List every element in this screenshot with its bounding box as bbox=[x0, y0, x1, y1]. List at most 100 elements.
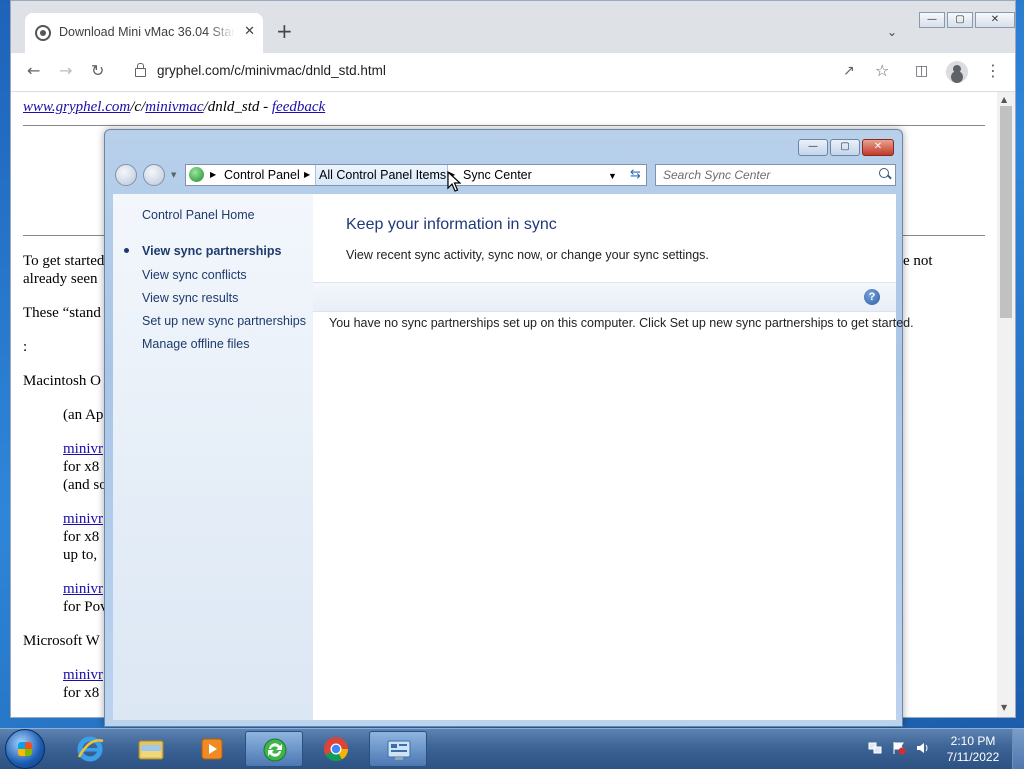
browser-tab[interactable]: Download Mini vMac 36.04 Standard ✕ bbox=[25, 13, 263, 53]
tab-close-icon[interactable]: ✕ bbox=[244, 24, 255, 39]
refresh-icon[interactable]: ⇆ bbox=[625, 164, 647, 186]
sync-center-icon bbox=[263, 738, 287, 762]
taskbar: 2:10 PM 7/11/2022 bbox=[0, 728, 1024, 769]
taskbar-media-player[interactable] bbox=[183, 731, 241, 767]
download-desc-2: for x8 bbox=[63, 529, 100, 545]
sync-maximize-button[interactable]: ▢ bbox=[830, 139, 860, 156]
download-desc-2b: up to, bbox=[63, 547, 98, 563]
control-panel-home-link[interactable]: Control Panel Home bbox=[142, 208, 255, 222]
page-scrollbar[interactable]: ▲ ▼ bbox=[997, 92, 1015, 717]
browser-close-button[interactable]: ✕ bbox=[975, 12, 1015, 28]
side-panel-icon[interactable]: ◫ bbox=[915, 63, 928, 79]
address-bar[interactable]: gryphel.com/c/minivmac/dnld_std.html bbox=[157, 63, 386, 78]
browser-maximize-button[interactable]: ▢ bbox=[947, 12, 973, 28]
address-breadcrumb[interactable]: ▶ Control Panel ▶ All Control Panel Item… bbox=[185, 164, 645, 186]
page-breadcrumb: www.gryphel.com/c/minivmac/dnld_std - fe… bbox=[23, 99, 325, 116]
sync-close-button[interactable]: ✕ bbox=[862, 139, 894, 156]
mouse-cursor-icon bbox=[447, 171, 461, 192]
control-panel-icon bbox=[387, 740, 411, 760]
section-macintosh: Macintosh O bbox=[23, 373, 101, 389]
start-button-icon[interactable] bbox=[5, 729, 45, 769]
download-link-2-text[interactable]: minivr bbox=[63, 511, 103, 527]
explorer-navbar: ▼ ▶ Control Panel ▶ All Control Panel It… bbox=[113, 162, 896, 188]
sidebar-item-view-results[interactable]: View sync results bbox=[142, 291, 238, 305]
reload-icon[interactable]: ↻ bbox=[91, 63, 104, 79]
address-dropdown-icon[interactable]: ▼ bbox=[608, 171, 617, 181]
back-button-icon[interactable] bbox=[115, 164, 137, 186]
sync-minimize-button[interactable]: — bbox=[798, 139, 828, 156]
download-desc-1: for x8 bbox=[63, 459, 100, 475]
action-center-flag-icon[interactable] bbox=[892, 741, 906, 755]
tab-title: Download Mini vMac 36.04 Standard bbox=[59, 25, 235, 39]
browser-toolbar: ← → ↻ gryphel.com/c/minivmac/dnld_std.ht… bbox=[11, 53, 1015, 92]
sidebar-item-view-partnerships[interactable]: View sync partnerships bbox=[142, 244, 281, 258]
page-subtitle: View recent sync activity, sync now, or … bbox=[346, 248, 709, 262]
taskbar-clock[interactable]: 2:10 PM 7/11/2022 bbox=[928, 733, 1018, 765]
download-link-1[interactable]: minivr bbox=[63, 441, 103, 458]
breadcrumb-link-home[interactable]: www.gryphel.com bbox=[23, 99, 130, 115]
forward-arrow-icon[interactable]: → bbox=[59, 63, 72, 79]
page-title: Keep your information in sync bbox=[346, 216, 557, 233]
sidebar-item-offline-files[interactable]: Manage offline files bbox=[142, 337, 249, 351]
help-icon[interactable]: ? bbox=[864, 289, 880, 305]
media-player-icon bbox=[201, 738, 223, 760]
download-link-2[interactable]: minivr bbox=[63, 511, 103, 528]
search-icon[interactable] bbox=[879, 168, 889, 178]
download-desc-3: for Pov bbox=[63, 599, 108, 615]
taskbar-internet-explorer[interactable] bbox=[61, 731, 119, 767]
tab-search-icon[interactable]: ⌄ bbox=[887, 25, 897, 39]
scroll-down-icon[interactable]: ▼ bbox=[1001, 703, 1007, 712]
network-icon[interactable] bbox=[868, 741, 882, 755]
taskbar-chrome[interactable] bbox=[307, 731, 365, 767]
new-tab-button[interactable]: + bbox=[276, 21, 293, 41]
clock-time: 2:10 PM bbox=[950, 734, 996, 748]
search-sync-center-input[interactable]: Search Sync Center bbox=[655, 164, 896, 186]
internet-explorer-icon bbox=[77, 736, 104, 762]
sidebar-item-view-conflicts[interactable]: View sync conflicts bbox=[142, 268, 247, 282]
taskbar-control-panel[interactable] bbox=[369, 731, 427, 767]
gryphel-favicon-icon bbox=[35, 25, 51, 41]
more-menu-icon[interactable]: ⋮ bbox=[985, 63, 1001, 79]
breadcrumb-arrow-icon[interactable]: ▶ bbox=[304, 170, 310, 179]
download-link-4-text[interactable]: minivr bbox=[63, 667, 103, 683]
browser-window-controls: — ▢ ✕ bbox=[917, 11, 1015, 28]
sidebar-item-setup-partnerships[interactable]: Set up new sync partnerships bbox=[142, 314, 306, 328]
taskbar-sync-center[interactable] bbox=[245, 731, 303, 767]
command-bar: ? bbox=[313, 282, 896, 312]
sync-center-window: — ▢ ✕ ▼ ▶ Control Panel ▶ All Control Pa… bbox=[104, 129, 914, 727]
recent-pages-dropdown-icon[interactable]: ▼ bbox=[171, 171, 176, 179]
control-panel-icon bbox=[189, 167, 204, 182]
breadcrumb-current: /dnld_std - bbox=[203, 99, 272, 115]
tab-strip: Download Mini vMac 36.04 Standard ✕ + ⌄ … bbox=[11, 1, 1015, 53]
download-link-1-text[interactable]: minivr bbox=[63, 441, 103, 457]
download-link-3-text[interactable]: minivr bbox=[63, 581, 103, 597]
download-link-3[interactable]: minivr bbox=[63, 581, 103, 598]
breadcrumb-all-items[interactable]: All Control Panel Items bbox=[319, 168, 446, 182]
breadcrumb-link-minivmac[interactable]: minivmac bbox=[145, 99, 203, 115]
feedback-link[interactable]: feedback bbox=[272, 99, 325, 115]
scrollbar-thumb[interactable] bbox=[1000, 106, 1012, 318]
taskbar-windows-explorer[interactable] bbox=[122, 731, 180, 767]
profile-avatar-icon[interactable] bbox=[946, 61, 968, 83]
standard-text: These “stand bbox=[23, 305, 101, 321]
forward-button-icon[interactable] bbox=[143, 164, 165, 186]
intro-text-line2: already seen bbox=[23, 271, 98, 287]
lock-icon[interactable] bbox=[135, 63, 146, 77]
intro-text: To get started bbox=[23, 253, 105, 269]
breadcrumb-control-panel[interactable]: Control Panel bbox=[224, 168, 300, 182]
share-icon[interactable]: ↗ bbox=[843, 63, 855, 79]
bookmark-star-icon[interactable]: ☆ bbox=[875, 63, 889, 79]
breadcrumb-arrow-icon[interactable]: ▶ bbox=[210, 170, 216, 179]
back-arrow-icon[interactable]: ← bbox=[27, 63, 40, 79]
show-desktop-button[interactable] bbox=[1012, 729, 1024, 769]
colon-text: : bbox=[23, 339, 28, 355]
scroll-up-icon[interactable]: ▲ bbox=[1001, 95, 1007, 104]
clock-date: 7/11/2022 bbox=[946, 750, 1000, 764]
folder-icon bbox=[138, 740, 164, 760]
download-link-4[interactable]: minivr bbox=[63, 667, 103, 684]
download-desc-4: for x8 bbox=[63, 685, 100, 701]
search-placeholder: Search Sync Center bbox=[663, 168, 771, 182]
breadcrumb-sync-center[interactable]: Sync Center bbox=[463, 168, 532, 182]
intro-text-end: e not bbox=[903, 253, 933, 269]
browser-minimize-button[interactable]: — bbox=[919, 12, 945, 28]
